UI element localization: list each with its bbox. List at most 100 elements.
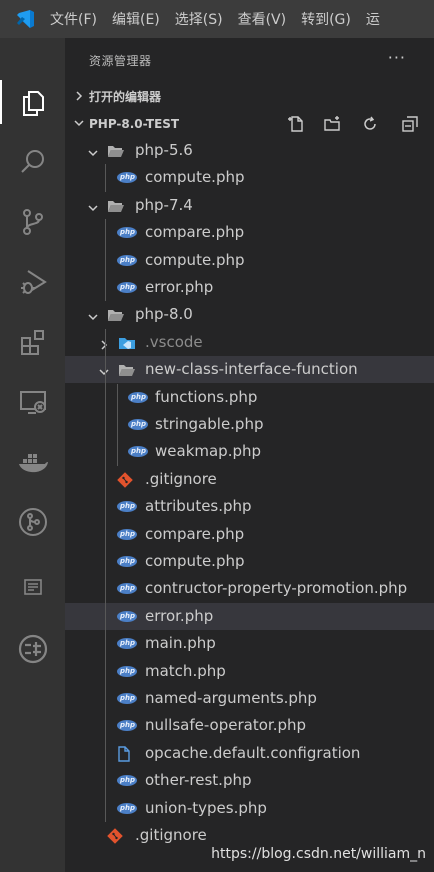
output-icon[interactable] [14,568,52,606]
folder-php-8-0[interactable]: php-8.0 [65,301,434,328]
extensions-icon[interactable] [14,323,52,361]
docker-icon[interactable] [14,443,52,481]
open-editors-label: 打开的编辑器 [89,90,162,104]
php-file-icon [117,227,137,239]
vscode-folder-icon [118,336,136,350]
menu-selection[interactable]: 选择(S) [175,9,223,29]
file-row[interactable]: match.php [65,658,434,685]
folder-label: .vscode [145,332,203,351]
file-row[interactable]: error.php [65,602,434,630]
folder-php-7-4[interactable]: php-7.4 [65,192,434,219]
php-file-icon [117,638,137,650]
file-row[interactable]: nullsafe-operator.php [65,712,434,739]
chevron-right-icon [98,336,110,355]
new-folder-icon[interactable] [323,115,341,133]
file-label: compute.php [145,250,245,269]
open-editors-section[interactable]: 打开的编辑器 [65,83,434,110]
file-row[interactable]: compare.php [65,219,434,246]
menu-go[interactable]: 转到(G) [301,9,351,29]
file-label: opcache.default.configration [145,743,361,762]
file-label: compute.php [145,168,245,187]
folder-php-5-6[interactable]: php-5.6 [65,137,434,164]
search-icon[interactable] [14,143,52,181]
file-row[interactable]: compute.php [65,247,434,274]
file-label: other-rest.php [145,771,252,790]
file-row[interactable]: contructor-property-promotion.php [65,575,434,602]
explorer-sidebar: 资源管理器 ··· 打开的编辑器 PHP-8.0-TEST php-5.6 com… [65,38,434,872]
file-row-root-gitignore[interactable]: .gitignore [65,822,434,849]
php-file-icon [117,610,137,622]
php-namespace-icon[interactable] [14,630,52,668]
file-label: weakmap.php [155,442,262,461]
gitlens-icon[interactable] [14,503,52,541]
run-debug-icon[interactable] [14,263,52,301]
file-row[interactable]: error.php [65,274,434,301]
file-label: match.php [145,661,226,680]
explorer-header: 资源管理器 ··· [65,38,434,82]
php-file-icon [117,665,137,677]
menu-view[interactable]: 查看(V) [238,9,287,29]
menu-edit[interactable]: 编辑(E) [112,9,160,29]
explorer-icon[interactable] [14,84,52,122]
file-label: attributes.php [145,497,252,516]
watermark: https://blog.csdn.net/william_n [211,846,426,862]
activity-bar [0,38,65,872]
collapse-all-icon[interactable] [401,115,419,133]
file-row[interactable]: opcache.default.configration [65,740,434,767]
folder-label: php-7.4 [135,195,193,214]
vscode-logo-icon [0,0,50,38]
file-label: nullsafe-operator.php [145,716,307,735]
chevron-down-icon [87,308,99,327]
file-label: .gitignore [135,826,207,844]
active-indicator [0,80,2,124]
file-row-gitignore[interactable]: .gitignore [65,466,434,493]
file-label: main.php [145,634,216,653]
folder-label: php-5.6 [135,141,193,159]
folder-new-class-interface-function[interactable]: new-class-interface-function [65,356,434,384]
file-row[interactable]: weakmap.php [65,438,434,465]
php-file-icon [117,528,137,540]
file-row[interactable]: union-types.php [65,795,434,822]
folder-vscode[interactable]: .vscode [65,329,434,356]
folder-label: php-8.0 [135,305,193,324]
file-label: stringable.php [155,415,264,433]
php-file-icon [128,391,148,403]
file-row[interactable]: main.php [65,630,434,657]
file-label: error.php [145,278,214,296]
folder-open-icon [107,199,125,213]
source-control-icon[interactable] [14,203,52,241]
file-label: compare.php [145,223,245,242]
folder-open-icon [107,144,125,158]
php-file-icon [117,583,137,595]
php-file-icon [117,556,137,567]
php-file-icon [117,282,137,293]
remote-explorer-icon[interactable] [14,383,52,421]
file-row[interactable]: named-arguments.php [65,685,434,712]
explorer-title: 资源管理器 [89,53,152,68]
chevron-down-icon [73,117,85,132]
file-row[interactable]: other-rest.php [65,767,434,794]
file-row[interactable]: functions.php [65,384,434,411]
menu-file[interactable]: 文件(F) [50,9,97,29]
php-file-icon [117,720,137,732]
file-row[interactable]: stringable.php [65,411,434,438]
php-file-icon [117,501,137,513]
file-label: .gitignore [145,469,217,488]
php-file-icon [117,775,137,787]
file-label: compute.php [145,552,245,570]
new-file-icon[interactable] [288,115,306,133]
file-row[interactable]: attributes.php [65,493,434,520]
more-actions-button[interactable]: ··· [388,48,406,67]
file-row[interactable]: compare.php [65,521,434,548]
workspace-section[interactable]: PHP-8.0-TEST [65,110,434,137]
refresh-icon[interactable] [361,115,379,133]
git-file-icon [117,472,133,488]
chevron-down-icon [87,144,99,163]
file-row[interactable]: compute.php [65,548,434,575]
menu-run[interactable]: 运 [366,9,380,29]
file-row[interactable]: compute.php [65,164,434,191]
file-label: contructor-property-promotion.php [145,579,408,598]
title-bar: 文件(F) 编辑(E) 选择(S) 查看(V) 转到(G) 运 [0,0,434,38]
folder-label: new-class-interface-function [145,360,358,379]
file-label: error.php [145,606,214,625]
